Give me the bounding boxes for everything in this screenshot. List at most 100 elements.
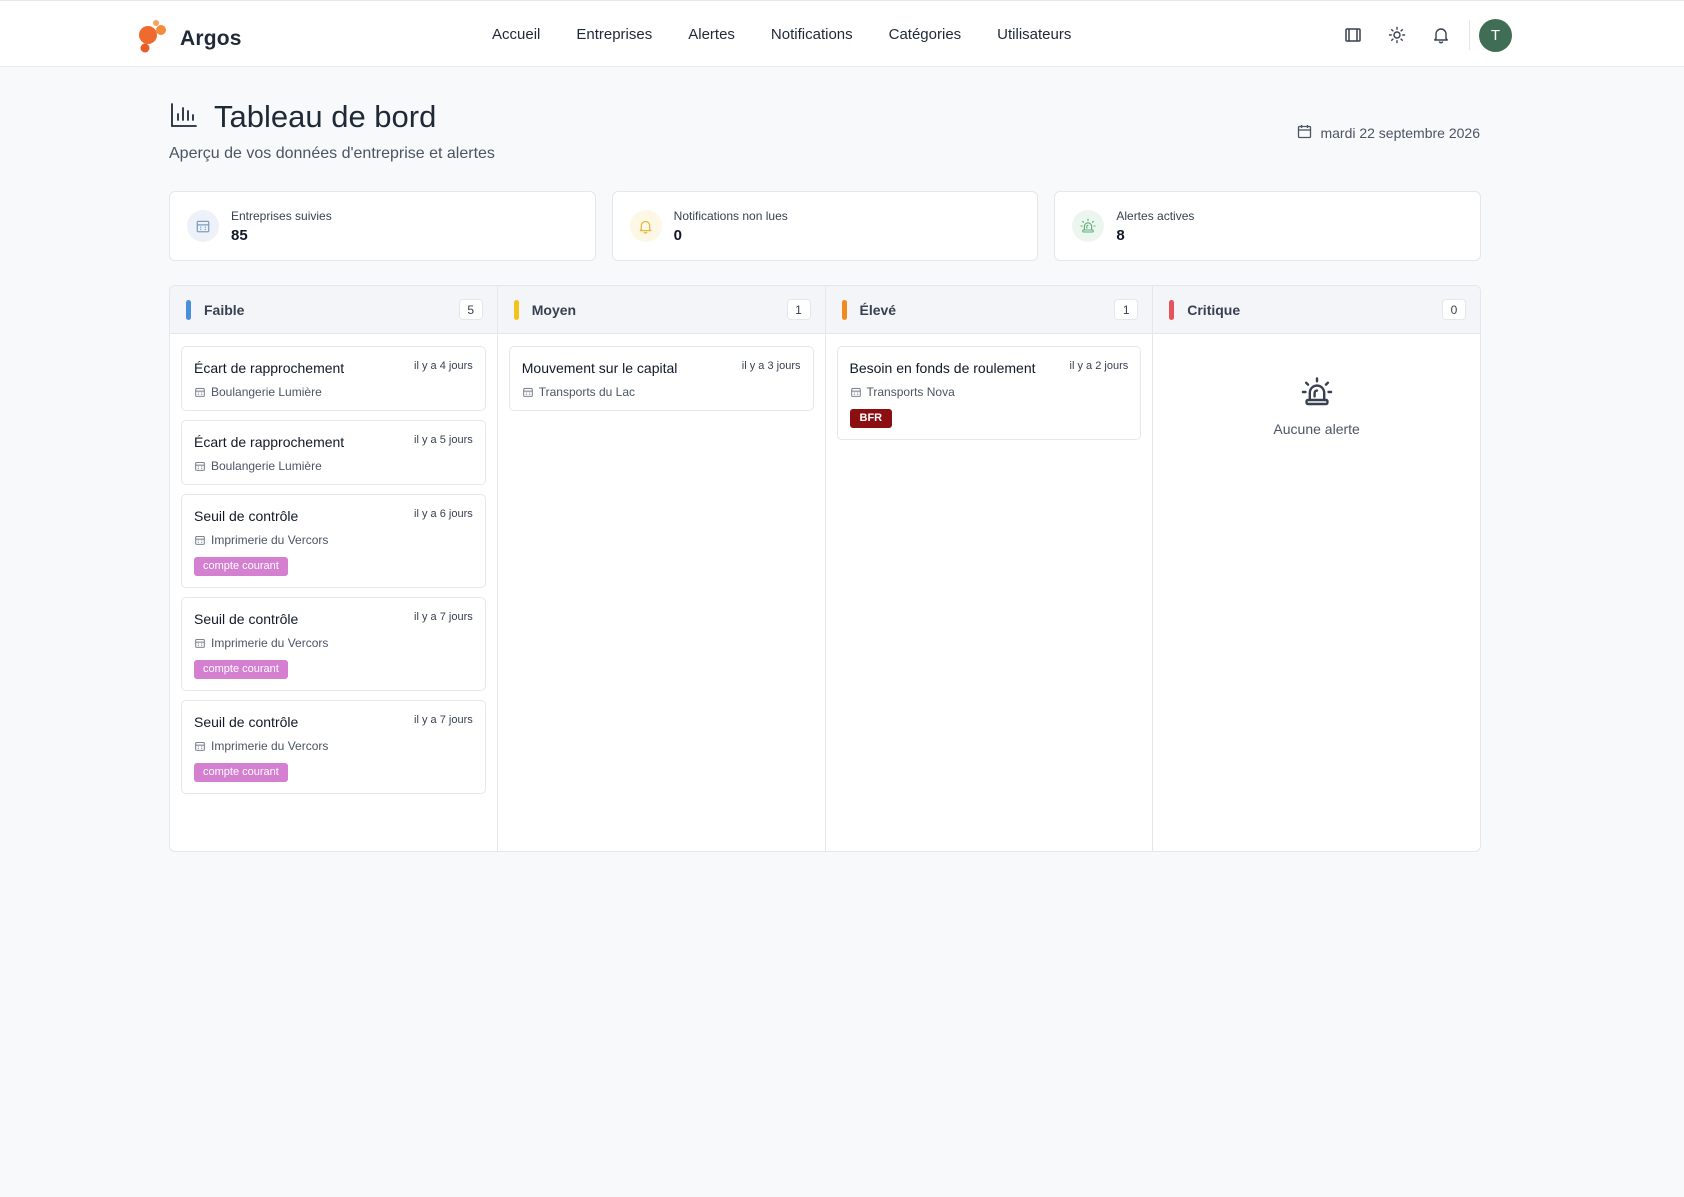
company-name: Transports Nova [866,385,955,399]
stat-text: Alertes actives 8 [1116,209,1194,244]
page-title: Tableau de bord [214,99,437,134]
alert-title: Écart de rapprochement [194,360,345,376]
notifications-bell-icon[interactable] [1423,17,1459,53]
chart-bar-icon [169,100,199,135]
company-name: Boulangerie Lumière [211,385,322,399]
alert-company: Transports Nova [850,385,1129,399]
stat-card[interactable]: Notifications non lues 0 [611,191,1039,261]
alert-card[interactable]: Seuil de contrôle il y a 7 jours Imprimeri… [181,700,486,794]
alert-company: Imprimerie du Vercors [194,636,473,650]
stat-text: Notifications non lues 0 [674,209,788,244]
building-icon [194,386,206,398]
alert-card[interactable]: Besoin en fonds de roulement il y a 2 jou… [836,346,1142,440]
alert-time: il y a 5 jours [414,434,473,446]
brand[interactable]: Argos [136,19,242,58]
severity-indicator [1169,299,1175,320]
alert-card[interactable]: Mouvement sur le capital il y a 3 jours Tr… [508,346,814,411]
alert-card[interactable]: Écart de rapprochement il y a 4 jours Boul… [181,346,486,411]
nav-utilisateurs[interactable]: Utilisateurs [997,26,1071,43]
column-title: Faible [204,301,245,318]
alert-company: Imprimerie du Vercors [194,533,473,547]
top-navbar: Argos Accueil Entreprises Alertes Notifi… [0,0,1684,67]
stat-label: Alertes actives [1116,208,1195,223]
layout-toggle-icon[interactable] [1335,17,1371,53]
alert-card[interactable]: Écart de rapprochement il y a 5 jours Boul… [181,420,486,485]
category-tag[interactable]: compte courant [194,763,288,782]
stat-card[interactable]: Entreprises suivies 85 [169,191,596,261]
card-list: Mouvement sur le capital il y a 3 jours Tr… [498,334,825,423]
stat-value: 85 [231,226,248,244]
nav-categories[interactable]: Catégories [889,26,962,43]
column-count-badge: 5 [458,299,483,320]
column-count-badge: 1 [786,299,811,320]
card-list: Besoin en fonds de roulement il y a 2 jou… [826,334,1153,452]
column-title: Critique [1187,301,1241,318]
category-tag[interactable]: BFR [849,409,893,428]
nav-alertes[interactable]: Alertes [688,26,735,43]
alert-time: il y a 3 jours [741,360,801,372]
building-icon [194,637,206,649]
alert-title: Écart de rapprochement [194,434,345,450]
page-header: Tableau de bord [169,99,436,135]
toolbar-divider [1469,20,1470,50]
board-column: Faible 5 Écart de rapprochement il y a 4 jo… [170,286,498,851]
app-name: Argos [180,26,242,50]
alert-time: il y a 4 jours [414,360,473,372]
alert-title: Seuil de contrôle [194,611,299,627]
alert-company: Transports du Lac [522,385,801,399]
alert-time: il y a 6 jours [414,508,473,520]
column-header: Critique 0 [1153,286,1480,334]
company-name: Imprimerie du Vercors [211,739,329,753]
alert-title: Mouvement sur le capital [521,360,678,376]
company-name: Boulangerie Lumière [211,459,322,473]
building-icon [522,386,534,398]
alert-time: il y a 7 jours [414,611,473,623]
user-avatar[interactable]: T [1479,18,1512,52]
alert-company: Boulangerie Lumière [194,459,473,473]
board-column: Moyen 1 Mouvement sur le capital il y a 3 j… [497,286,826,851]
column-title: Élevé [859,301,897,318]
building-icon [194,460,206,472]
empty-state: Aucune alerte [1153,376,1480,437]
category-tag[interactable]: compte courant [194,660,288,679]
severity-indicator [513,299,519,320]
company-name: Imprimerie du Vercors [211,533,329,547]
bell-icon [629,210,662,242]
page-subtitle: Aperçu de vos données d'entreprise et al… [169,145,495,162]
column-header: Faible 5 [170,286,497,334]
nav-entreprises[interactable]: Entreprises [576,26,652,43]
building-icon [194,740,206,752]
stat-text: Entreprises suivies 85 [231,209,332,244]
top-actions: T [1335,17,1512,53]
stats-row: Entreprises suivies 85 Notifications non l… [169,191,1482,261]
siren-icon [1072,210,1105,242]
stat-card[interactable]: Alertes actives 8 [1054,191,1482,261]
stat-label: Entreprises suivies [231,208,332,223]
board-column: Critique 0 Aucune alerte [1153,286,1480,851]
column-count-badge: 0 [1442,299,1466,320]
card-list: Écart de rapprochement il y a 4 jours Boul… [170,334,497,806]
column-count-badge: 1 [1114,299,1139,320]
alert-time: il y a 7 jours [414,714,473,726]
alert-company: Boulangerie Lumière [194,385,473,399]
theme-toggle-icon[interactable] [1379,17,1415,53]
alert-card[interactable]: Seuil de contrôle il y a 6 jours Imprimeri… [181,494,486,588]
calendar-icon [1297,124,1312,142]
category-tag[interactable]: compte courant [194,557,288,576]
empty-label: Aucune alerte [1273,421,1360,437]
current-date: mardi 22 septembre 2026 [1297,124,1480,142]
column-header: Élevé 1 [825,286,1153,334]
column-title: Moyen [531,301,577,318]
building-icon [194,534,206,546]
argos-logo-icon [136,19,170,58]
nav-accueil[interactable]: Accueil [492,26,540,43]
column-header: Moyen 1 [497,286,825,334]
company-name: Imprimerie du Vercors [211,636,329,650]
board-column: Élevé 1 Besoin en fonds de roulement il y a… [825,286,1154,851]
alert-card[interactable]: Seuil de contrôle il y a 7 jours Imprimeri… [181,597,486,691]
stat-label: Notifications non lues [673,208,788,223]
alerts-board: Faible 5 Écart de rapprochement il y a 4 jo… [169,285,1481,852]
alert-title: Seuil de contrôle [194,508,299,524]
nav-notifications[interactable]: Notifications [771,26,853,43]
main-nav: Accueil Entreprises Alertes Notification… [492,1,1071,68]
